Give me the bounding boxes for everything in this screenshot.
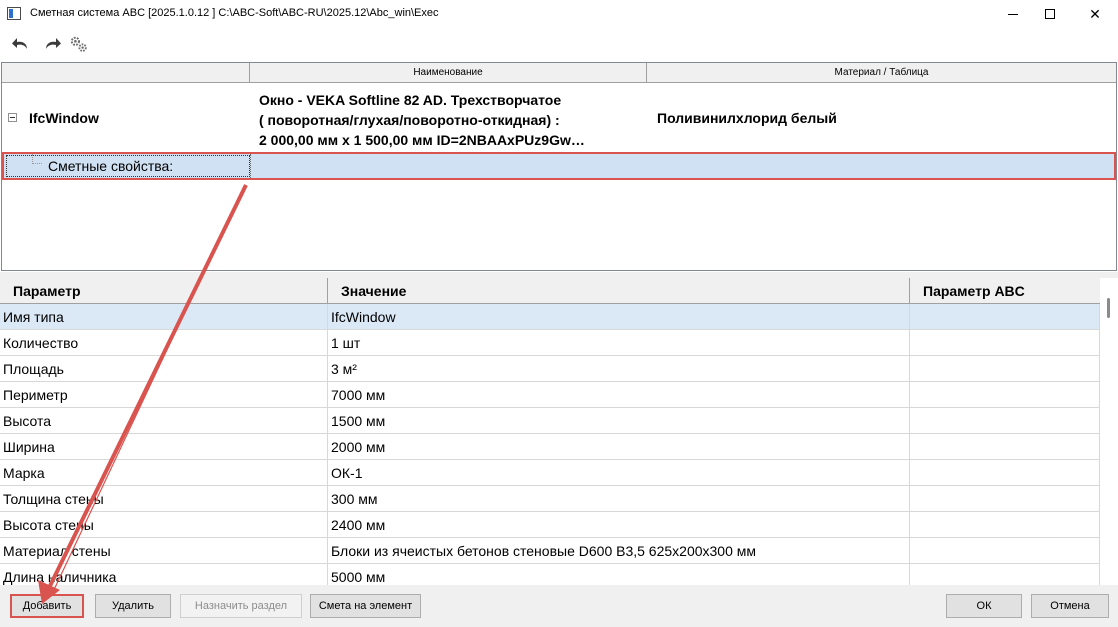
estimate-for-element-button[interactable]: Смета на элемент — [310, 594, 421, 618]
cell-abc[interactable] — [910, 434, 1100, 460]
cell-parameter: Марка — [0, 460, 328, 486]
node-name: IfcWindow — [29, 110, 99, 126]
cell-parameter: Высота — [0, 408, 328, 434]
cell-abc[interactable] — [910, 460, 1100, 486]
close-icon: ✕ — [1089, 5, 1101, 22]
cell-parameter: Количество — [0, 330, 328, 356]
cell-abc[interactable] — [910, 486, 1100, 512]
cell-value[interactable]: 7000 мм — [328, 382, 910, 408]
tree-column-header[interactable] — [2, 63, 250, 82]
cell-abc[interactable] — [910, 408, 1100, 434]
cell-value[interactable]: 5000 мм — [328, 564, 910, 585]
cell-parameter: Ширина — [0, 434, 328, 460]
cell-parameter: Площадь — [0, 356, 328, 382]
cell-abc[interactable] — [910, 330, 1100, 356]
element-tree[interactable]: Наименование Материал / Таблица IfcWindo… — [1, 62, 1117, 271]
cell-parameter: Высота стены — [0, 512, 328, 538]
table-row[interactable]: Имя типа IfcWindow — [0, 304, 1100, 330]
cell-abc[interactable] — [910, 512, 1100, 538]
title-bar: Сметная система ABC [2025.1.0.12 ] C:\AB… — [0, 0, 1118, 28]
vertical-scrollbar[interactable] — [1100, 278, 1118, 585]
cell-value[interactable]: Блоки из ячеистых бетонов стеновые D600 … — [328, 538, 910, 564]
table-row[interactable]: Высота 1500 мм — [0, 408, 1100, 434]
table-row[interactable]: Ширина 2000 мм — [0, 434, 1100, 460]
button-bar: Добавить Удалить Назначить раздел Смета … — [0, 585, 1118, 627]
properties-grid[interactable]: Параметр Значение Параметр ABC Имя типа … — [0, 278, 1118, 585]
gears-icon[interactable] — [69, 35, 89, 53]
column-header-parameter[interactable]: Параметр — [0, 278, 328, 303]
tree-column-header-name[interactable]: Наименование — [250, 63, 647, 82]
node-description-line: ( поворотная/глухая/поворотно-откидная) … — [259, 112, 560, 128]
cell-value[interactable]: 1500 мм — [328, 408, 910, 434]
table-row[interactable]: Периметр 7000 мм — [0, 382, 1100, 408]
delete-button[interactable]: Удалить — [95, 594, 171, 618]
cell-parameter: Материал стены — [0, 538, 328, 564]
cell-parameter: Толщина стены — [0, 486, 328, 512]
tree-node-ifcwindow[interactable]: IfcWindow Окно - VEKA Softline 82 AD. Тр… — [2, 83, 1116, 152]
table-row[interactable]: Площадь 3 м² — [0, 356, 1100, 382]
node-description: Окно - VEKA Softline 82 AD. Трехстворчат… — [259, 90, 649, 150]
table-row[interactable]: Длина наличника 5000 мм — [0, 564, 1100, 585]
ok-button[interactable]: ОК — [946, 594, 1022, 618]
cell-abc[interactable] — [910, 382, 1100, 408]
column-header-value[interactable]: Значение — [328, 278, 910, 303]
cell-abc[interactable] — [910, 564, 1100, 585]
collapse-icon[interactable] — [8, 113, 17, 122]
node-description-line: Окно - VEKA Softline 82 AD. Трехстворчат… — [259, 92, 562, 108]
tree-node-estimate-properties[interactable]: Сметные свойства: — [2, 152, 1116, 180]
table-row[interactable]: Высота стены 2400 мм — [0, 512, 1100, 538]
assign-section-button[interactable]: Назначить раздел — [180, 594, 302, 618]
table-row[interactable]: Марка ОК-1 — [0, 460, 1100, 486]
cell-value[interactable]: ОК-1 — [328, 460, 910, 486]
child-node-name: Сметные свойства: — [48, 158, 174, 174]
toolbar — [0, 28, 1118, 61]
table-row[interactable]: Количество 1 шт — [0, 330, 1100, 356]
column-header-abc-parameter[interactable]: Параметр ABC — [910, 278, 1100, 303]
node-material: Поливинилхлорид белый — [657, 110, 837, 126]
scrollbar-thumb[interactable] — [1107, 298, 1110, 318]
maximize-button[interactable] — [1027, 0, 1073, 28]
tree-column-header-material[interactable]: Материал / Таблица — [647, 63, 1116, 82]
cell-separator — [250, 154, 251, 178]
cell-value[interactable]: 300 мм — [328, 486, 910, 512]
cell-parameter: Длина наличника — [0, 564, 328, 585]
window-title: Сметная система ABC [2025.1.0.12 ] C:\AB… — [30, 7, 439, 19]
app-icon — [7, 7, 21, 20]
redo-arrow-icon[interactable] — [42, 35, 62, 53]
cell-abc[interactable] — [910, 538, 1100, 564]
cell-value[interactable]: 3 м² — [328, 356, 910, 382]
properties-header: Параметр Значение Параметр ABC — [0, 278, 1100, 304]
tree-header: Наименование Материал / Таблица — [2, 63, 1116, 83]
node-description-line: 2 000,00 мм x 1 500,00 мм ID=2NBAAxPUz9G… — [259, 132, 585, 148]
minimize-icon — [1008, 13, 1018, 15]
maximize-icon — [1045, 9, 1055, 19]
table-row[interactable]: Материал стены Блоки из ячеистых бетонов… — [0, 538, 1100, 564]
cell-value[interactable]: 2000 мм — [328, 434, 910, 460]
cell-abc[interactable] — [910, 304, 1100, 330]
cell-value[interactable]: 2400 мм — [328, 512, 910, 538]
table-row[interactable]: Толщина стены 300 мм — [0, 486, 1100, 512]
close-button[interactable]: ✕ — [1072, 0, 1118, 28]
add-button[interactable]: Добавить — [10, 594, 84, 618]
cell-parameter: Имя типа — [0, 304, 328, 330]
cancel-button[interactable]: Отмена — [1031, 594, 1109, 618]
undo-arrow-icon[interactable] — [11, 35, 31, 53]
cell-abc[interactable] — [910, 356, 1100, 382]
properties-body: Имя типа IfcWindow Количество 1 шт Площа… — [0, 304, 1100, 585]
cell-parameter: Периметр — [0, 382, 328, 408]
cell-value[interactable]: 1 шт — [328, 330, 910, 356]
cell-value[interactable]: IfcWindow — [328, 304, 910, 330]
